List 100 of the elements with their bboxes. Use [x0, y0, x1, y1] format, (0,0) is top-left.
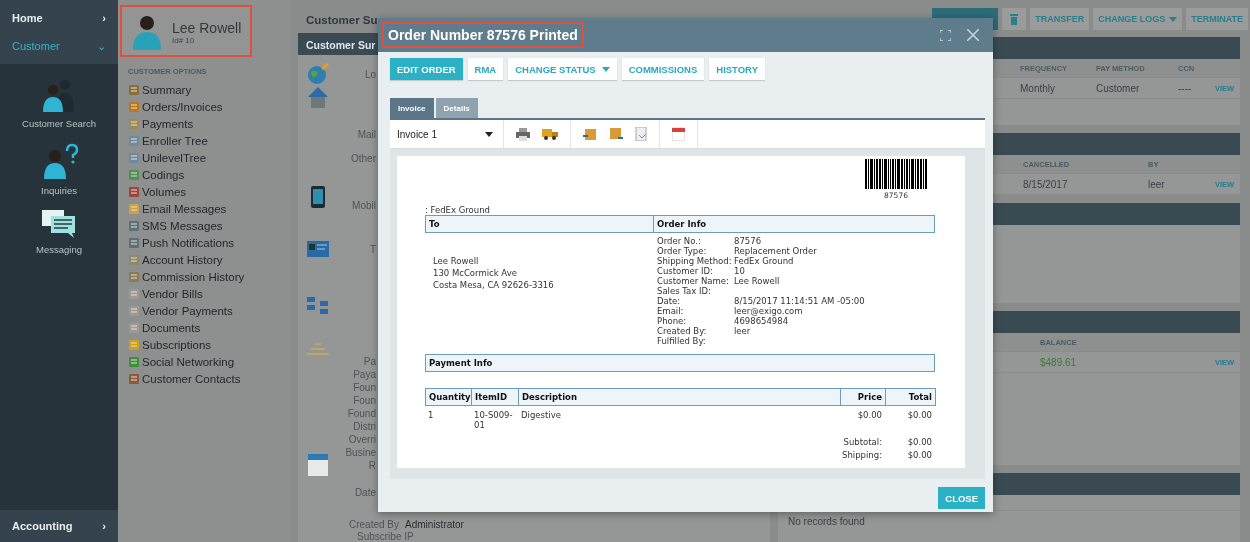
truck-icon[interactable]	[542, 128, 558, 140]
address-line: Lee Rowell	[433, 256, 480, 266]
action-button[interactable]: COMMISSIONS	[621, 58, 705, 80]
option-icon	[128, 372, 140, 385]
table-cell-text: $0.00	[856, 409, 883, 422]
option-icon	[128, 168, 140, 181]
address-line: 130 McCormick Ave	[433, 268, 518, 278]
field-label: Distri	[353, 420, 376, 433]
option-icon	[128, 321, 140, 334]
app-label[interactable]: Customer Search	[22, 118, 96, 129]
option-link[interactable]: Codings	[120, 166, 290, 183]
trash-icon	[1010, 13, 1019, 25]
column-header: Total	[885, 388, 936, 406]
field-label: Other	[351, 152, 376, 165]
option-icon	[128, 236, 140, 249]
tab[interactable]: Details	[435, 98, 478, 118]
option-link[interactable]: Commission History	[120, 268, 290, 285]
option-icon	[128, 355, 140, 368]
option-link[interactable]: UnilevelTree	[120, 149, 290, 166]
field-label: Overri	[348, 433, 376, 446]
section-header: Payment Info	[425, 354, 935, 372]
option-link[interactable]: Summary	[120, 81, 290, 98]
section-header: To	[426, 216, 654, 232]
calendar-icon	[308, 454, 328, 476]
info-label: Phone:	[657, 316, 688, 326]
action-button[interactable]: HISTORY	[709, 58, 765, 80]
option-icon	[128, 287, 140, 300]
option-link[interactable]: Volumes	[120, 183, 290, 200]
field-label: Foun	[353, 381, 376, 394]
id-card-icon	[307, 241, 329, 257]
calendar-icon[interactable]	[672, 127, 685, 141]
option-link[interactable]: Email Messages	[120, 200, 290, 217]
info-value: Lee Rowell	[734, 276, 781, 286]
action-button[interactable]: CHANGE STATUS	[508, 58, 617, 80]
info-label: Date:	[657, 296, 682, 306]
option-link[interactable]: Account History	[120, 251, 290, 268]
printer-icon[interactable]	[516, 127, 530, 141]
box-icon[interactable]	[583, 127, 597, 141]
close-button[interactable]: CLOSE	[938, 487, 985, 509]
option-link[interactable]: Orders/Invoices	[120, 98, 290, 115]
info-label: Created By:	[657, 326, 708, 336]
nav-item[interactable]: Customer ⌄	[0, 32, 118, 61]
barcode-drawing	[865, 159, 927, 189]
option-icon	[128, 202, 140, 215]
table-cell-text: $0.00	[906, 409, 933, 422]
option-link[interactable]: SMS Messages	[120, 217, 290, 234]
box-icon[interactable]	[609, 127, 623, 141]
total-value: $0.00	[906, 437, 933, 447]
invoice-select[interactable]: Invoice 1	[390, 120, 504, 148]
field-label: Date	[354, 486, 376, 499]
field-label: Pa	[363, 355, 376, 368]
option-icon	[128, 219, 140, 232]
info-label: Customer Name:	[657, 276, 730, 286]
messages-icon[interactable]	[42, 210, 76, 238]
option-link[interactable]: Vendor Bills	[120, 285, 290, 302]
option-link[interactable]: Push Notifications	[120, 234, 290, 251]
close-icon[interactable]	[967, 29, 979, 41]
nav-item[interactable]: Accounting ›	[0, 510, 118, 542]
option-icon	[128, 100, 140, 113]
document-icon[interactable]	[635, 127, 647, 141]
nav-item[interactable]: Home ›	[0, 4, 118, 32]
option-icon	[128, 151, 140, 164]
option-link[interactable]: Payments	[120, 115, 290, 132]
info-value: FedEx Ground	[734, 256, 795, 266]
action-button[interactable]: EDIT ORDER	[390, 58, 463, 80]
field-label: Foun	[353, 394, 376, 407]
action-button[interactable]: RMA	[467, 58, 504, 80]
option-icon	[128, 338, 140, 351]
option-icon	[128, 304, 140, 317]
section-header: Order Info	[656, 218, 708, 231]
option-link[interactable]: Customer Contacts	[120, 370, 290, 387]
expand-icon[interactable]	[940, 29, 951, 41]
table-cell-text: ----	[1178, 82, 1193, 94]
table-cell-text: Customer	[1096, 82, 1141, 94]
globe-icon	[306, 63, 330, 85]
option-link[interactable]: Vendor Payments	[120, 302, 290, 319]
field-label: Created By	[349, 519, 400, 531]
app-label[interactable]: Messaging	[36, 244, 82, 255]
app-label[interactable]: Inquiries	[41, 185, 77, 196]
tab[interactable]: Invoice	[390, 98, 434, 118]
table-cell-text: $489.61	[1040, 356, 1078, 368]
info-value: Replacement Order	[734, 246, 818, 256]
field-label: T	[369, 243, 376, 256]
option-link[interactable]: Enroller Tree	[120, 132, 290, 149]
info-value: 4698654984	[734, 316, 790, 326]
info-label: Customer ID:	[657, 266, 714, 276]
total-value: $0.00	[906, 450, 933, 460]
table-cell-text: 10-S009-01	[473, 409, 514, 432]
total-label: Shipping:	[841, 450, 882, 460]
dialog-title: Order Number 87576 Printed	[382, 22, 584, 48]
option-link[interactable]: Documents	[120, 319, 290, 336]
field-label: Subscribe IP	[357, 531, 414, 542]
info-value: leer@exigo.com	[734, 306, 804, 316]
option-link[interactable]: Social Networking	[120, 353, 290, 370]
info-label: Sales Tax ID:	[657, 286, 712, 296]
org-chart-icon	[307, 295, 329, 315]
option-icon	[128, 270, 140, 283]
table-cell-text: 8/15/2017	[1023, 178, 1069, 190]
option-link[interactable]: Subscriptions	[120, 336, 290, 353]
option-icon	[128, 253, 140, 266]
